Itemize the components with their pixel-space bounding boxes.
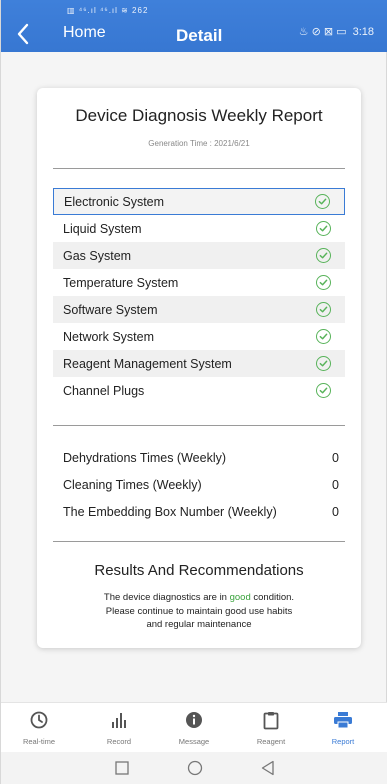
bottom-nav: Real-time Record Message Reagent Report xyxy=(1,702,387,752)
divider xyxy=(53,168,345,169)
system-row[interactable]: Gas System xyxy=(53,242,345,269)
app-frame: ▥ ⁴⁶.ıl ⁴⁶.ıl ≋ 262 ♨ ⊘ ⊠ ▭ 3:18 Home De… xyxy=(0,0,387,784)
divider xyxy=(53,541,345,542)
bar-chart-icon xyxy=(112,713,126,728)
check-circle-icon xyxy=(316,221,331,236)
system-label: Temperature System xyxy=(63,275,179,290)
printer-icon xyxy=(334,712,352,729)
check-circle-icon xyxy=(316,248,331,263)
system-row[interactable]: Reagent Management System xyxy=(53,350,345,377)
system-label: Channel Plugs xyxy=(63,383,145,398)
system-status-list: Electronic System Liquid System Gas System… xyxy=(53,188,345,404)
page-title: Detail xyxy=(176,26,223,45)
status-bar-right: ♨ ⊘ ⊠ ▭ 3:18 xyxy=(298,25,374,39)
nav-item-reagent[interactable]: Reagent xyxy=(241,709,301,746)
results-title: Results And Recommendations xyxy=(94,562,304,579)
count-value: 0 xyxy=(332,477,339,492)
chevron-left-icon xyxy=(17,23,29,45)
nav-label: Reagent xyxy=(256,737,286,746)
system-label: Electronic System xyxy=(64,194,165,209)
system-label: Liquid System xyxy=(63,221,142,236)
clock-icon xyxy=(30,711,48,729)
nav-item-real-time[interactable]: Real-time xyxy=(9,709,69,746)
count-value: 0 xyxy=(332,450,339,465)
check-circle-icon xyxy=(316,383,331,398)
system-row[interactable]: Electronic System xyxy=(53,188,345,215)
system-label: Reagent Management System xyxy=(63,356,232,371)
app-header: ▥ ⁴⁶.ıl ⁴⁶.ıl ≋ 262 ♨ ⊘ ⊠ ▭ 3:18 Home De… xyxy=(1,0,387,52)
back-button[interactable] xyxy=(9,20,37,48)
system-row[interactable]: Channel Plugs xyxy=(53,377,345,404)
info-icon xyxy=(186,712,202,728)
results-text-highlight: good xyxy=(229,592,251,603)
results-text-before: The device diagnostics are in xyxy=(103,592,230,603)
system-label: Network System xyxy=(63,329,154,344)
nav-label: Message xyxy=(178,737,210,746)
nav-item-record[interactable]: Record xyxy=(89,709,149,746)
circle-icon[interactable] xyxy=(187,760,203,776)
system-row[interactable]: Software System xyxy=(53,296,345,323)
status-icons: ♨ ⊘ ⊠ ▭ xyxy=(298,26,347,38)
triangle-back-icon[interactable] xyxy=(261,760,275,776)
clipboard-icon xyxy=(263,711,279,729)
check-circle-icon xyxy=(316,356,331,371)
report-card: Device Diagnosis Weekly Report Generatio… xyxy=(37,88,361,648)
report-title: Device Diagnosis Weekly Report xyxy=(75,106,323,125)
nav-item-message[interactable]: Message xyxy=(164,709,224,746)
results-text-after: condition. xyxy=(250,592,295,603)
count-label: The Embedding Box Number (Weekly) xyxy=(63,504,277,519)
system-nav-bar xyxy=(1,752,387,784)
generation-time: Generation Time : 2021/6/21 xyxy=(148,139,250,148)
home-link[interactable]: Home xyxy=(63,24,106,42)
count-value: 0 xyxy=(332,504,339,519)
count-label: Dehydrations Times (Weekly) xyxy=(63,450,227,465)
count-row: The Embedding Box Number (Weekly) 0 xyxy=(53,498,345,525)
nav-label: Real-time xyxy=(22,737,56,746)
count-label: Cleaning Times (Weekly) xyxy=(63,477,202,492)
system-row[interactable]: Liquid System xyxy=(53,215,345,242)
nav-label: Record xyxy=(106,737,132,746)
status-time: 3:18 xyxy=(352,25,374,38)
results-line-3: and regular maintenance xyxy=(146,619,252,630)
divider xyxy=(53,425,345,426)
count-row: Cleaning Times (Weekly) 0 xyxy=(53,471,345,498)
check-circle-icon xyxy=(315,194,330,209)
results-line-2: Please continue to maintain good use hab… xyxy=(105,605,293,617)
check-circle-icon xyxy=(316,275,331,290)
system-label: Software System xyxy=(63,302,158,317)
status-bar-left: ▥ ⁴⁶.ıl ⁴⁶.ıl ≋ 262 xyxy=(67,6,149,15)
system-row[interactable]: Network System xyxy=(53,323,345,350)
system-label: Gas System xyxy=(63,248,132,263)
square-icon[interactable] xyxy=(114,761,129,775)
check-circle-icon xyxy=(316,329,331,344)
system-row[interactable]: Temperature System xyxy=(53,269,345,296)
count-row: Dehydrations Times (Weekly) 0 xyxy=(53,444,345,471)
nav-label: Report xyxy=(331,737,355,746)
results-text: The device diagnostics are in good condi… xyxy=(83,591,315,632)
check-circle-icon xyxy=(316,302,331,317)
nav-item-report[interactable]: Report xyxy=(313,709,373,746)
weekly-count-list: Dehydrations Times (Weekly) 0 Cleaning Tim… xyxy=(53,444,345,525)
